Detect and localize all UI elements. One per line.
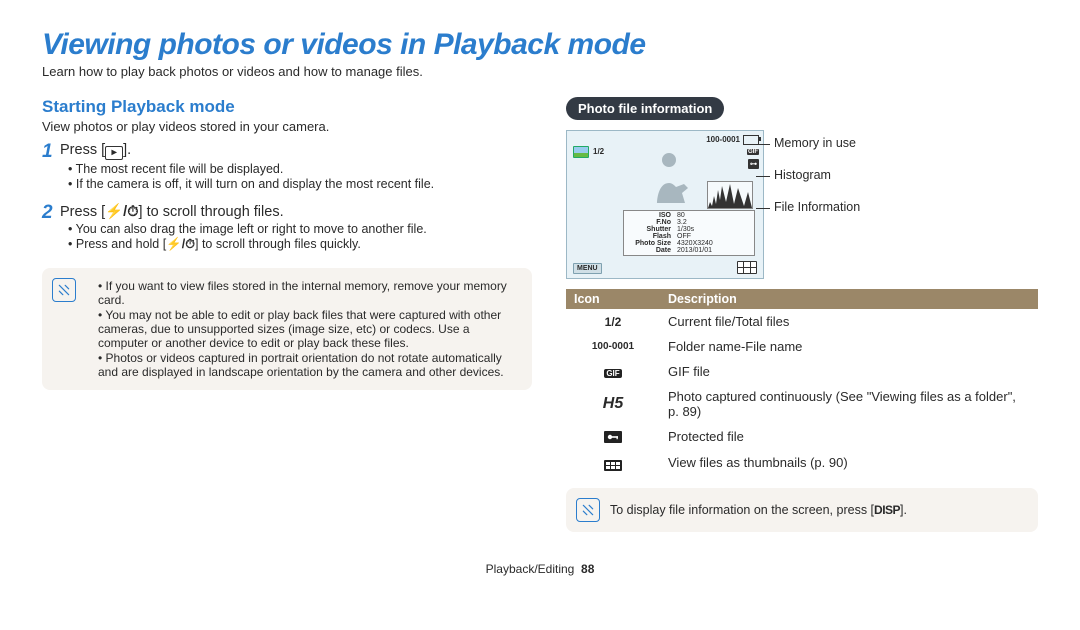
callout-memory: Memory in use xyxy=(774,136,860,150)
section-heading: Starting Playback mode xyxy=(42,97,532,117)
callout-histogram: Histogram xyxy=(774,168,860,182)
camera-screen: 1/2 100-0001 GIF ⊶ xyxy=(566,130,764,279)
lead-text: Learn how to play back photos or videos … xyxy=(42,64,1038,79)
note-icon xyxy=(52,278,76,302)
callout-labels: Memory in use Histogram File Information xyxy=(774,136,860,214)
note-3: Photos or videos captured in portrait or… xyxy=(98,351,518,379)
step2-bullet-2: Press and hold [⚡/⏱] to scroll through f… xyxy=(68,237,532,252)
desc-gif: GIF file xyxy=(660,359,1038,384)
flash-timer-icon: ⚡/⏱ xyxy=(105,204,138,220)
k-photosize: Photo Size xyxy=(627,240,677,247)
th-icon: Icon xyxy=(566,289,660,309)
note-1: If you want to view files stored in the … xyxy=(98,279,518,307)
icon-fileno: 100-0001 xyxy=(566,334,660,359)
step1-text-a: Press [ xyxy=(60,142,105,158)
histogram xyxy=(707,181,753,209)
file-number: 100-0001 xyxy=(706,135,740,144)
k-date: Date xyxy=(627,247,677,254)
step2-b2-b: ] to scroll through files quickly. xyxy=(195,237,361,251)
step2-text-a: Press [ xyxy=(60,204,105,220)
v-date: 2013/01/01 xyxy=(677,247,712,254)
step-2: 2 Press [⚡/⏱] to scroll through files. Y… xyxy=(42,203,532,258)
thumbnails-button[interactable] xyxy=(737,261,757,274)
page-footer: Playback/Editing 88 xyxy=(42,562,1038,576)
subhead-pill: Photo file information xyxy=(566,97,724,120)
gif-badge: GIF xyxy=(747,149,759,155)
photo-silhouette xyxy=(639,149,699,210)
k-fno: F.No xyxy=(627,219,677,226)
v-shutter: 1/30s xyxy=(677,226,694,233)
step1-bullet-1: The most recent file will be displayed. xyxy=(68,162,532,176)
lock-icon: ⊶ xyxy=(748,159,759,169)
icon-continuous: H5 xyxy=(566,384,660,424)
page-title: Viewing photos or videos in Playback mod… xyxy=(42,28,1038,62)
disp-button-label: DISP xyxy=(874,503,900,517)
left-column: Starting Playback mode View photos or pl… xyxy=(42,97,532,532)
v-fno: 3.2 xyxy=(677,219,687,226)
desc-thumbnails: View files as thumbnails (p. 90) xyxy=(660,449,1038,476)
section-sub: View photos or play videos stored in you… xyxy=(42,119,532,134)
right-column: Photo file information 1/2 100-0001 xyxy=(566,97,1038,532)
step2-bullet-1: You can also drag the image left or righ… xyxy=(68,222,532,236)
desc-protected: Protected file xyxy=(660,424,1038,449)
icon-protected xyxy=(566,424,660,449)
k-flash: Flash xyxy=(627,233,677,240)
step-number: 2 xyxy=(42,203,60,223)
v-iso: 80 xyxy=(677,212,685,219)
k-shutter: Shutter xyxy=(627,226,677,233)
footer-page: 88 xyxy=(581,562,594,576)
step1-text-b: ]. xyxy=(123,142,131,158)
note-2: You may not be able to edit or play back… xyxy=(98,308,518,350)
icon-counter: 1/2 xyxy=(566,309,660,334)
playback-icon: ▸ xyxy=(105,146,123,160)
footer-section: Playback/Editing xyxy=(486,562,575,576)
th-desc: Description xyxy=(660,289,1038,309)
file-counter: 1/2 xyxy=(593,147,604,156)
tip-box: To display file information on the scree… xyxy=(566,488,1038,532)
note-icon xyxy=(576,498,600,522)
v-photosize: 4320X3240 xyxy=(677,240,713,247)
icon-thumbnails xyxy=(566,449,660,476)
v-flash: OFF xyxy=(677,233,691,240)
step2-b2-a: Press and hold [ xyxy=(76,237,166,251)
tip-text-b: ]. xyxy=(900,503,907,517)
callout-fileinfo: File Information xyxy=(774,200,860,214)
desc-fileno: Folder name-File name xyxy=(660,334,1038,359)
desc-counter: Current file/Total files xyxy=(660,309,1038,334)
step1-bullet-2: If the camera is off, it will turn on an… xyxy=(68,177,532,191)
icon-gif: GIF xyxy=(566,359,660,384)
tip-text-a: To display file information on the scree… xyxy=(610,503,874,517)
desc-continuous: Photo captured continuously (See "Viewin… xyxy=(660,384,1038,424)
step2-text-b: ] to scroll through files. xyxy=(139,204,284,220)
file-info-panel: ISO80 F.No3.2 Shutter1/30s FlashOFF Phot… xyxy=(623,210,755,256)
k-iso: ISO xyxy=(627,212,677,219)
step-number: 1 xyxy=(42,142,60,162)
icon-table: Icon Description 1/2Current file/Total f… xyxy=(566,289,1038,476)
flash-timer-icon: ⚡/⏱ xyxy=(166,237,195,251)
memory-card-icon xyxy=(573,146,589,158)
note-box: If you want to view files stored in the … xyxy=(42,268,532,390)
menu-button[interactable]: MENU xyxy=(573,263,602,274)
step-1: 1 Press [▸]. The most recent file will b… xyxy=(42,142,532,197)
